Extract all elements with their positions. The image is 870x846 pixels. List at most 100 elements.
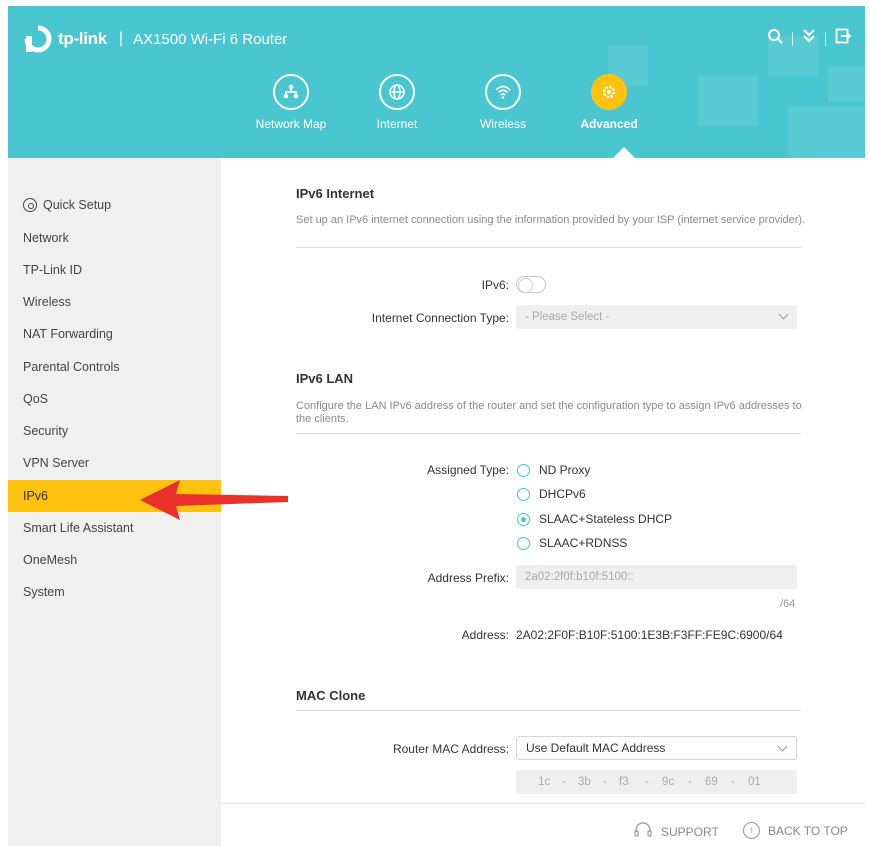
- back-to-top-link[interactable]: ↑ BACK TO TOP: [743, 822, 848, 839]
- router-mac-selected: Use Default MAC Address: [526, 741, 666, 755]
- nav-advanced[interactable]: Advanced: [556, 74, 662, 131]
- assigned-type-label: Assigned Type:: [427, 463, 509, 477]
- sidebar-item-security[interactable]: Security: [8, 415, 221, 447]
- radio-label: ND Proxy: [539, 463, 591, 477]
- sidebar-item-tp-link-id[interactable]: TP-Link ID: [8, 254, 221, 286]
- section-desc-ipv6-internet: Set up an IPv6 internet connection using…: [296, 214, 806, 226]
- sidebar-item-label: NAT Forwarding: [23, 327, 113, 341]
- divider: [792, 31, 793, 46]
- chevron-down-icon: [778, 309, 789, 320]
- ipv6-toggle[interactable]: [516, 276, 546, 293]
- sidebar-item-label: Security: [23, 424, 69, 438]
- mac-separator: -: [731, 776, 735, 788]
- radio-slaac-stateless-dhcp[interactable]: SLAAC+Stateless DHCP: [517, 512, 672, 526]
- section-title-ipv6-lan: IPv6 LAN: [296, 371, 354, 386]
- search-icon[interactable]: [767, 28, 783, 49]
- sidebar-item-label: Smart Life Assistant: [23, 521, 134, 535]
- sidebar-item-label: Parental Controls: [23, 360, 120, 374]
- radio-button[interactable]: [517, 487, 530, 501]
- ipv6-toggle-label: IPv6:: [481, 278, 509, 292]
- mac-separator: -: [688, 776, 692, 788]
- gear-icon: [591, 74, 627, 110]
- sidebar-item-label: System: [23, 585, 65, 599]
- wifi-icon: [485, 74, 521, 110]
- red-arrow-annotation: [140, 480, 288, 520]
- router-mac-label: Router MAC Address:: [392, 742, 509, 756]
- mac-segment: 3b: [578, 776, 591, 788]
- nav-internet[interactable]: Internet: [344, 74, 450, 131]
- address-prefix-input[interactable]: 2a02:2f0f:b10f:5100::: [516, 565, 797, 589]
- sidebar-item-network[interactable]: Network: [8, 222, 221, 254]
- sidebar-item-label: Wireless: [23, 295, 71, 309]
- mac-address-input[interactable]: 1c - 3b - f3 - 9c - 69 - 01: [516, 770, 797, 794]
- sidebar-item-wireless[interactable]: Wireless: [8, 286, 221, 318]
- main-content: IPv6 Internet Set up an IPv6 internet co…: [221, 158, 865, 846]
- address-prefix-label: Address Prefix:: [427, 571, 509, 585]
- mac-segment: f3: [619, 776, 629, 788]
- prefix-length: /64: [780, 598, 796, 610]
- sidebar-item-label: QoS: [23, 392, 49, 406]
- sidebar-item-label: OneMesh: [23, 553, 78, 567]
- support-link[interactable]: SUPPORT: [633, 822, 719, 842]
- arrow-up-icon: ↑: [743, 822, 760, 839]
- address-prefix-value: 2a02:2f0f:b10f:5100::: [525, 571, 634, 583]
- chevron-down-icon: [777, 741, 788, 752]
- nav-label: Internet: [376, 117, 418, 131]
- nav-wireless[interactable]: Wireless: [450, 74, 556, 131]
- mac-separator: -: [562, 776, 566, 788]
- nav-network-map[interactable]: Network Map: [238, 74, 344, 131]
- back-to-top-label: BACK TO TOP: [768, 823, 848, 838]
- nav-label: Advanced: [580, 117, 638, 131]
- router-mac-select[interactable]: Use Default MAC Address: [516, 736, 797, 760]
- sidebar-item-parental-controls[interactable]: Parental Controls: [8, 351, 221, 383]
- radio-label: SLAAC+RDNSS: [539, 536, 628, 550]
- sidebar-item-nat-forwarding[interactable]: NAT Forwarding: [8, 318, 221, 350]
- section-desc-ipv6-lan: Configure the LAN IPv6 address of the ro…: [296, 400, 802, 425]
- sidebar-item-label: VPN Server: [23, 456, 89, 470]
- support-icon: [633, 822, 653, 842]
- connection-type-select[interactable]: - Please Select -: [516, 305, 797, 329]
- footer-divider: [221, 803, 865, 804]
- top-header: tp-link | AX1500 Wi-Fi 6 Router Network …: [8, 6, 865, 158]
- sidebar-item-quick-setup[interactable]: Quick Setup: [8, 189, 221, 221]
- quick-setup-icon: [23, 198, 37, 212]
- tp-link-logo-icon: [22, 24, 56, 54]
- divider: [296, 710, 801, 711]
- brand-separator: |: [118, 30, 124, 47]
- network-map-icon: [273, 74, 309, 110]
- radio-dhcpv6[interactable]: DHCPv6: [517, 487, 586, 501]
- nav-label: Wireless: [479, 117, 526, 131]
- radio-button[interactable]: [517, 536, 530, 550]
- section-title-mac-clone: MAC Clone: [296, 688, 366, 703]
- tp-link-logo[interactable]: tp-link | AX1500 Wi-Fi 6 Router: [22, 24, 287, 54]
- radio-button[interactable]: [517, 463, 530, 477]
- mac-segment: 1c: [538, 776, 551, 788]
- sidebar-item-system[interactable]: System: [8, 576, 221, 608]
- router-model: AX1500 Wi-Fi 6 Router: [133, 30, 288, 48]
- radio-button[interactable]: [517, 512, 530, 526]
- mac-segment: 01: [748, 776, 761, 788]
- brand-name: tp-link: [58, 29, 107, 48]
- divider: [296, 433, 801, 434]
- download-icon[interactable]: [802, 28, 816, 49]
- radio-label: SLAAC+Stateless DHCP: [539, 512, 673, 526]
- sidebar-item-label: Quick Setup: [43, 198, 112, 212]
- main-nav: Network Map Internet Wireless Advanced: [238, 74, 662, 131]
- connection-type-label: Internet Connection Type:: [371, 311, 509, 325]
- mac-separator: -: [603, 776, 607, 788]
- sidebar-item-onemesh[interactable]: OneMesh: [8, 544, 221, 576]
- sidebar-item-qos[interactable]: QoS: [8, 383, 221, 415]
- globe-icon: [379, 74, 415, 110]
- ipv6-address-value: 2A02:2F0F:B10F:5100:1E3B:F3FF:FE9C:6900/…: [516, 628, 783, 642]
- divider: [825, 31, 826, 46]
- header-actions: [767, 28, 852, 49]
- radio-nd-proxy[interactable]: ND Proxy: [517, 463, 590, 477]
- sidebar-item-vpn-server[interactable]: VPN Server: [8, 447, 221, 479]
- logout-icon[interactable]: [835, 28, 852, 49]
- divider: [296, 247, 801, 248]
- active-nav-caret: [613, 147, 635, 158]
- connection-type-placeholder: - Please Select -: [525, 311, 610, 323]
- sidebar-item-label: Network: [23, 231, 69, 245]
- radio-slaac-rdnss[interactable]: SLAAC+RDNSS: [517, 536, 627, 550]
- address-label: Address:: [461, 628, 509, 642]
